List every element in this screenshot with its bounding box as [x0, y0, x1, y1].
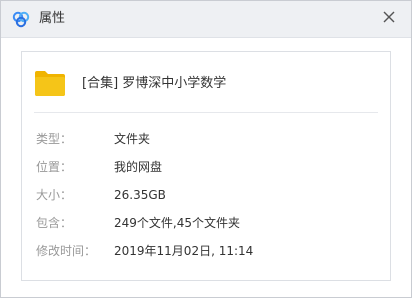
close-button[interactable] — [379, 7, 399, 27]
property-label: 位置： — [36, 160, 73, 174]
properties-dialog: 属性 [合集] 罗博深中小学数学 类型： 文件夹 位置： 我的网盘 大小： 26… — [0, 0, 412, 298]
property-value: 26.35GB — [114, 188, 166, 202]
property-value: 文件夹 — [114, 132, 151, 146]
property-row-modified: 修改时间： 2019年11月02日, 11:14 — [22, 241, 390, 261]
property-value: 2019年11月02日, 11:14 — [114, 244, 254, 258]
property-value: 我的网盘 — [114, 160, 163, 174]
property-label: 类型： — [36, 132, 73, 146]
folder-name: [合集] 罗博深中小学数学 — [82, 76, 227, 91]
property-label: 包含： — [36, 216, 73, 230]
property-row-size: 大小： 26.35GB — [22, 185, 390, 205]
properties-panel: [合集] 罗博深中小学数学 类型： 文件夹 位置： 我的网盘 大小： 26.35… — [21, 51, 391, 281]
property-row-contains: 包含： 249个文件,45个文件夹 — [22, 213, 390, 233]
property-label: 大小： — [36, 188, 73, 202]
folder-icon — [34, 69, 66, 97]
title-bar[interactable]: 属性 — [1, 1, 411, 38]
divider — [34, 112, 378, 113]
close-icon — [383, 11, 395, 23]
dialog-title: 属性 — [39, 11, 66, 26]
property-row-type: 类型： 文件夹 — [22, 129, 390, 149]
property-value: 249个文件,45个文件夹 — [114, 216, 240, 230]
baidu-netdisk-logo-icon — [11, 9, 31, 29]
property-label: 修改时间： — [36, 244, 97, 258]
property-row-location: 位置： 我的网盘 — [22, 157, 390, 177]
